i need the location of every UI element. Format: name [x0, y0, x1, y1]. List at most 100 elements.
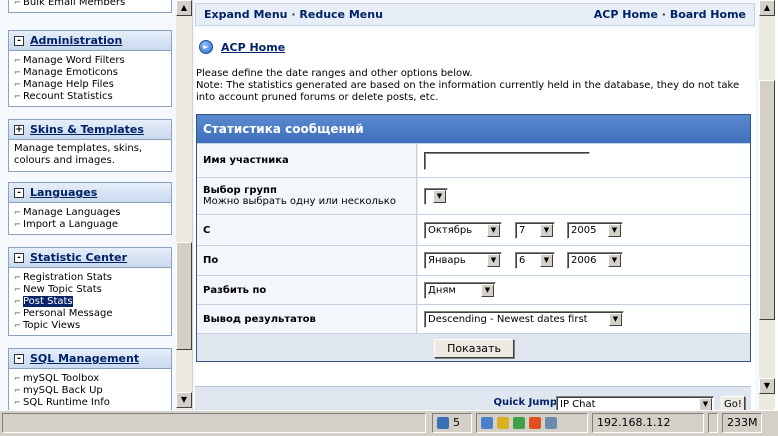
show-button[interactable]: Показать	[434, 339, 514, 358]
nav-separator: ·	[291, 8, 296, 21]
edit-icon[interactable]	[545, 417, 557, 429]
nav-separator: ·	[661, 8, 666, 21]
row-groups: Выбор групп Можно выбрать одну или неско…	[197, 177, 750, 214]
post-stats-form: Статистика сообщений Имя участника Выбор…	[196, 114, 751, 362]
scroll-down-icon[interactable]: ▼	[759, 378, 775, 394]
browser-status-bar: 5 192.168.1.12 233M	[0, 410, 778, 436]
groups-label: Выбор групп Можно выбрать одну или неско…	[197, 178, 417, 214]
menu-description-skins: Manage templates, skins, colours and ima…	[14, 143, 143, 166]
trash-icon	[437, 417, 449, 429]
collapse-icon[interactable]: -	[14, 252, 24, 263]
menu-link-mysql-toolbox[interactable]: ⌐ mySQL Toolbox	[14, 373, 167, 385]
groups-select[interactable]: ▼	[424, 188, 448, 205]
split-value-cell: Дням ▼	[418, 276, 750, 304]
menu-link-recount[interactable]: ⌐ Recount Statistics	[14, 91, 167, 103]
left-scrollbar[interactable]: ▲ ▼	[176, 0, 192, 410]
member-label: Имя участника	[197, 144, 417, 177]
dropdown-arrow-icon: ▼	[609, 313, 622, 326]
menu-link-mysql-backup[interactable]: ⌐ mySQL Back Up	[14, 385, 167, 397]
flag-icon: ⌐	[14, 374, 21, 383]
collapse-icon[interactable]: -	[14, 35, 24, 46]
menu-head-statistic-center[interactable]: - Statistic Center	[9, 248, 171, 268]
arrow-bullet-icon: ►	[199, 40, 213, 54]
split-by-select[interactable]: Дням ▼	[424, 282, 496, 299]
menu-box-previous: ⌐ Bulk Email Members	[8, 0, 172, 13]
gear-icon[interactable]	[529, 417, 541, 429]
menu-link-import-language[interactable]: ⌐ Import a Language	[14, 219, 167, 231]
refresh-icon[interactable]	[481, 417, 493, 429]
menu-link-topic-views[interactable]: ⌐ Topic Views	[14, 320, 167, 332]
flag-icon: ⌐	[14, 80, 21, 89]
go-button[interactable]: Go!	[721, 396, 745, 410]
output-value-cell: Descending - Newest dates first ▼	[418, 305, 750, 333]
quick-jump-label: Quick Jump	[493, 397, 557, 408]
intro-text: Please define the date ranges and other …	[196, 68, 752, 104]
menu-link-bulk-email[interactable]: ⌐ Bulk Email Members	[14, 0, 167, 9]
menu-link-help-files[interactable]: ⌐ Manage Help Files	[14, 79, 167, 91]
menu-head-administration[interactable]: - Administration	[9, 31, 171, 51]
acp-home-link[interactable]: ACP Home	[594, 8, 658, 21]
from-year-select[interactable]: 2005 ▼	[567, 222, 623, 239]
to-year-select[interactable]: 2006 ▼	[567, 252, 623, 269]
menu-link-manage-languages[interactable]: ⌐ Manage Languages	[14, 207, 167, 219]
menu-link-sql-runtime[interactable]: ⌐ SQL Runtime Info	[14, 397, 167, 409]
expand-icon[interactable]: +	[14, 124, 24, 135]
member-name-input[interactable]	[424, 152, 590, 170]
flag-icon: ⌐	[14, 321, 21, 330]
menu-link-emoticons[interactable]: ⌐ Manage Emoticons	[14, 67, 167, 79]
menu-title-languages[interactable]: Languages	[30, 186, 97, 199]
expand-menu-link[interactable]: Expand Menu	[204, 8, 288, 21]
scroll-down-icon[interactable]: ▼	[176, 392, 192, 408]
collapse-icon[interactable]: -	[14, 353, 24, 364]
menu-title-statistic-center[interactable]: Statistic Center	[30, 251, 127, 264]
main-panel: ► ACP Home Please define the date ranges…	[195, 28, 755, 410]
home-links: ACP Home · Board Home	[594, 8, 746, 21]
reduce-menu-link[interactable]: Reduce Menu	[299, 8, 383, 21]
content-area: Expand Menu · Reduce Menu ACP Home · Boa…	[193, 0, 759, 410]
menu-link-word-filters[interactable]: ⌐ Manage Word Filters	[14, 55, 167, 67]
page-title[interactable]: ACP Home	[221, 41, 285, 54]
from-day-select[interactable]: 7 ▼	[515, 222, 555, 239]
row-to-date: По Январь ▼ 6 ▼ 2006 ▼	[197, 245, 750, 275]
menu-title-administration[interactable]: Administration	[30, 34, 122, 47]
scroll-thumb[interactable]	[759, 80, 775, 320]
top-navigation: Expand Menu · Reduce Menu ACP Home · Boa…	[195, 3, 755, 26]
flag-icon: ⌐	[14, 0, 21, 7]
content-scrollbar[interactable]: ▲ ▼	[759, 0, 775, 410]
quick-jump-bar: Quick Jump IP Chat ▼ Go!	[195, 386, 751, 410]
menu-link-new-topic-stats[interactable]: ⌐ New Topic Stats	[14, 284, 167, 296]
member-value-cell	[418, 144, 750, 177]
download-icon[interactable]	[513, 417, 525, 429]
content-frame: Expand Menu · Reduce Menu ACP Home · Boa…	[193, 0, 778, 410]
menu-head-skins[interactable]: + Skins & Templates	[9, 120, 171, 140]
board-home-link[interactable]: Board Home	[670, 8, 746, 21]
brush-icon[interactable]	[497, 417, 509, 429]
menu-title-sql[interactable]: SQL Management	[30, 352, 139, 365]
menu-head-languages[interactable]: - Languages	[9, 183, 171, 203]
menu-head-sql[interactable]: - SQL Management	[9, 349, 171, 369]
scroll-up-icon[interactable]: ▲	[176, 0, 192, 16]
flag-icon: ⌐	[14, 56, 21, 65]
flag-icon: ⌐	[14, 208, 21, 217]
scroll-up-icon[interactable]: ▲	[759, 0, 775, 16]
menu-title-skins[interactable]: Skins & Templates	[30, 123, 144, 136]
to-day-select[interactable]: 6 ▼	[515, 252, 555, 269]
menu-link-post-stats[interactable]: ⌐ Post Stats	[14, 296, 167, 308]
status-text-cell	[2, 413, 426, 433]
flag-icon: ⌐	[14, 220, 21, 229]
left-menu-frame: ⌐ Bulk Email Members - Administration ⌐ Ma…	[0, 0, 192, 410]
to-month-select[interactable]: Январь ▼	[424, 252, 502, 269]
ip-address-cell: 192.168.1.12	[592, 413, 704, 433]
collapse-icon[interactable]: -	[14, 187, 24, 198]
dropdown-arrow-icon: ▼	[540, 254, 553, 267]
split-label: Разбить по	[197, 276, 417, 304]
menu-box-languages: - Languages ⌐ Manage Languages ⌐ Import a …	[8, 182, 172, 235]
blocked-count-cell[interactable]: 5	[432, 413, 472, 433]
from-month-select[interactable]: Октябрь ▼	[424, 222, 502, 239]
menu-link-personal-message[interactable]: ⌐ Personal Message	[14, 308, 167, 320]
quick-jump-select[interactable]: IP Chat ▼	[556, 396, 714, 410]
output-order-select[interactable]: Descending - Newest dates first ▼	[424, 311, 624, 328]
scroll-thumb[interactable]	[176, 242, 192, 350]
menu-link-registration-stats[interactable]: ⌐ Registration Stats	[14, 272, 167, 284]
output-label: Вывод результатов	[197, 305, 417, 333]
